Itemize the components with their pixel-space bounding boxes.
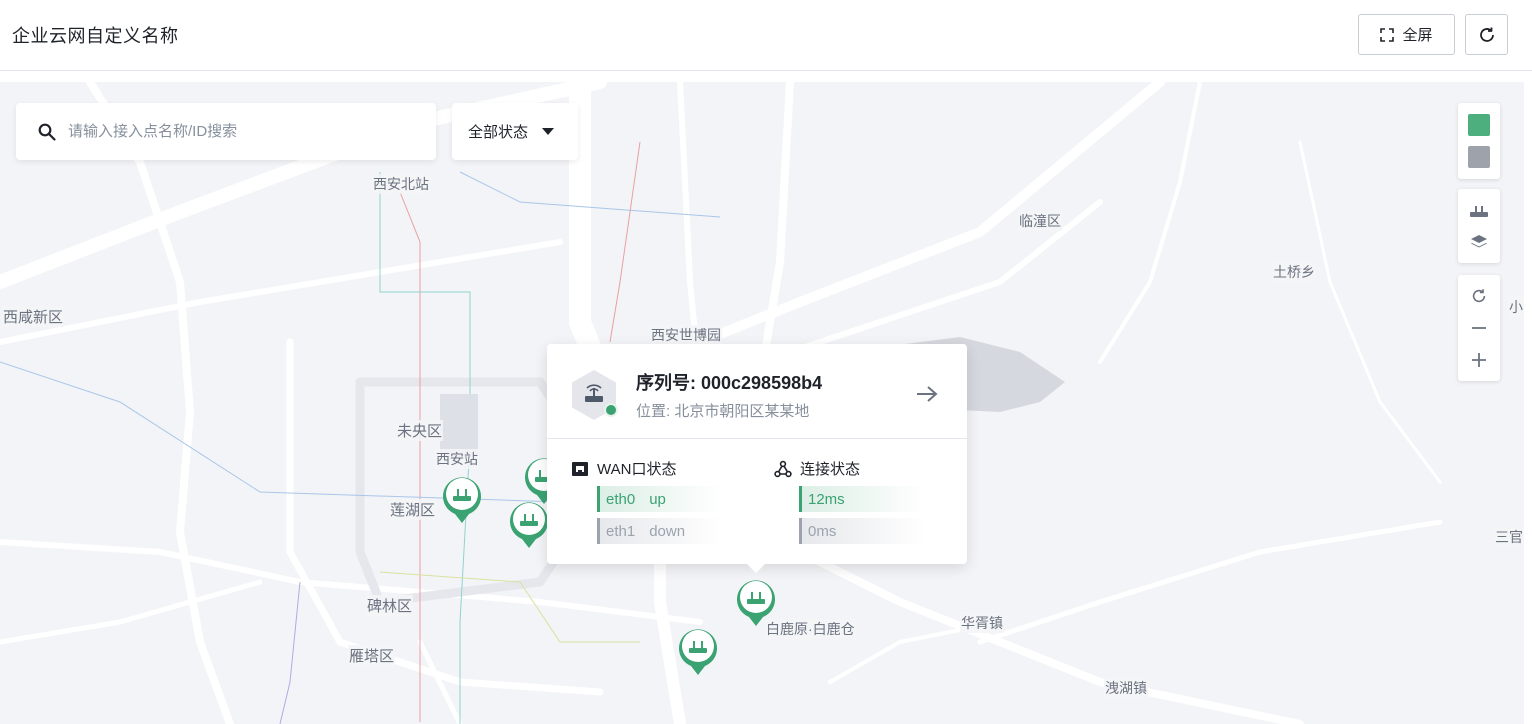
- fullscreen-icon: [1380, 27, 1395, 42]
- zoom-out-icon: [1472, 327, 1486, 329]
- latency-value: 12ms: [808, 490, 845, 508]
- place-label: 西安站: [435, 449, 479, 469]
- device-serial: 序列号: 000c298598b4: [636, 373, 823, 393]
- wan-port-state: down: [649, 522, 686, 540]
- status-filter-select[interactable]: 全部状态: [452, 103, 578, 160]
- wan-port-name: eth0: [606, 490, 636, 508]
- refresh-icon: [1479, 27, 1494, 42]
- wan-port-name: eth1: [606, 522, 636, 540]
- place-label: 土桥乡: [1272, 262, 1316, 282]
- place-label: 白鹿原·白鹿仓: [765, 619, 856, 639]
- access-point-marker[interactable]: [507, 498, 551, 550]
- place-label: 西安世博园: [650, 325, 722, 345]
- router-pin-icon: [443, 477, 481, 523]
- access-point-marker[interactable]: [440, 473, 484, 525]
- status-filter-value: 全部状态: [468, 124, 529, 141]
- latency-value: 0ms: [808, 522, 837, 540]
- place-label: 莲湖区: [389, 499, 437, 520]
- place-label: 三官: [1494, 527, 1524, 547]
- top-bar: 企业云网自定义名称 全屏: [0, 0, 1532, 71]
- place-label: 碑林区: [366, 595, 414, 616]
- wan-row-eth1: eth1 down: [597, 518, 722, 544]
- place-label: 雁塔区: [348, 645, 396, 666]
- place-label: 华胥镇: [960, 613, 1004, 633]
- place-label: 洩湖镇: [1104, 678, 1148, 698]
- layer-controls: [1458, 189, 1500, 263]
- reset-icon: [1472, 289, 1486, 303]
- zoom-in-button[interactable]: [1458, 344, 1500, 376]
- page-title: 企业云网自定义名称: [12, 26, 179, 46]
- zoom-in-icon: [1472, 353, 1486, 367]
- wan-port-state: up: [649, 490, 666, 508]
- search-icon: [38, 123, 56, 141]
- offline-legend-swatch[interactable]: [1468, 146, 1490, 168]
- layers-icon: [1471, 235, 1487, 248]
- zoom-out-button[interactable]: [1458, 312, 1500, 344]
- zoom-controls: [1458, 275, 1500, 381]
- device-location: 位置: 北京市朝阳区某某地: [636, 403, 810, 420]
- device-info-popup: 序列号: 000c298598b4 位置: 北京市朝阳区某某地 WAN口状态 连…: [547, 344, 967, 573]
- wan-row-eth0: eth0 up: [597, 486, 722, 512]
- wan-status-label: WAN口状态: [597, 461, 677, 478]
- router-pin-icon: [679, 629, 717, 675]
- ethernet-port-icon: [572, 461, 588, 476]
- online-legend-swatch[interactable]: [1468, 114, 1490, 136]
- connection-status-title: 连接状态: [774, 458, 860, 479]
- fullscreen-button[interactable]: 全屏: [1358, 14, 1455, 55]
- refresh-button[interactable]: [1465, 14, 1508, 55]
- latency-row: 0ms: [799, 518, 924, 544]
- access-point-marker[interactable]: [734, 576, 778, 628]
- legend-panel: [1458, 103, 1500, 179]
- router-layer-button[interactable]: [1458, 194, 1500, 226]
- search-box: [16, 103, 436, 160]
- place-label: 未央区: [396, 420, 444, 441]
- reset-view-button[interactable]: [1458, 280, 1500, 312]
- connection-status-label: 连接状态: [800, 461, 861, 478]
- latency-row: 12ms: [799, 486, 924, 512]
- network-nodes-icon: [774, 460, 792, 477]
- place-label: 西安北站: [372, 174, 430, 194]
- place-label: 西咸新区: [2, 306, 65, 327]
- search-input[interactable]: [68, 123, 398, 140]
- layers-button[interactable]: [1458, 226, 1500, 258]
- chevron-down-icon: [542, 128, 555, 135]
- arrow-right-icon[interactable]: [915, 384, 939, 404]
- fullscreen-label: 全屏: [1402, 27, 1433, 44]
- wan-status-title: WAN口状态: [571, 458, 676, 479]
- access-point-marker[interactable]: [676, 625, 720, 677]
- router-pin-icon: [737, 580, 775, 626]
- popup-divider: [547, 438, 967, 439]
- router-pin-icon: [510, 502, 548, 548]
- online-status-dot: [604, 403, 618, 417]
- place-label: 临潼区: [1018, 211, 1062, 231]
- map-canvas[interactable]: 西安北站 临潼区 土桥乡 西咸新区 西安世博园 未央区 西安站 莲湖区 碑林区 …: [0, 82, 1524, 724]
- place-label: 小: [1508, 297, 1524, 317]
- router-icon: [1470, 206, 1488, 217]
